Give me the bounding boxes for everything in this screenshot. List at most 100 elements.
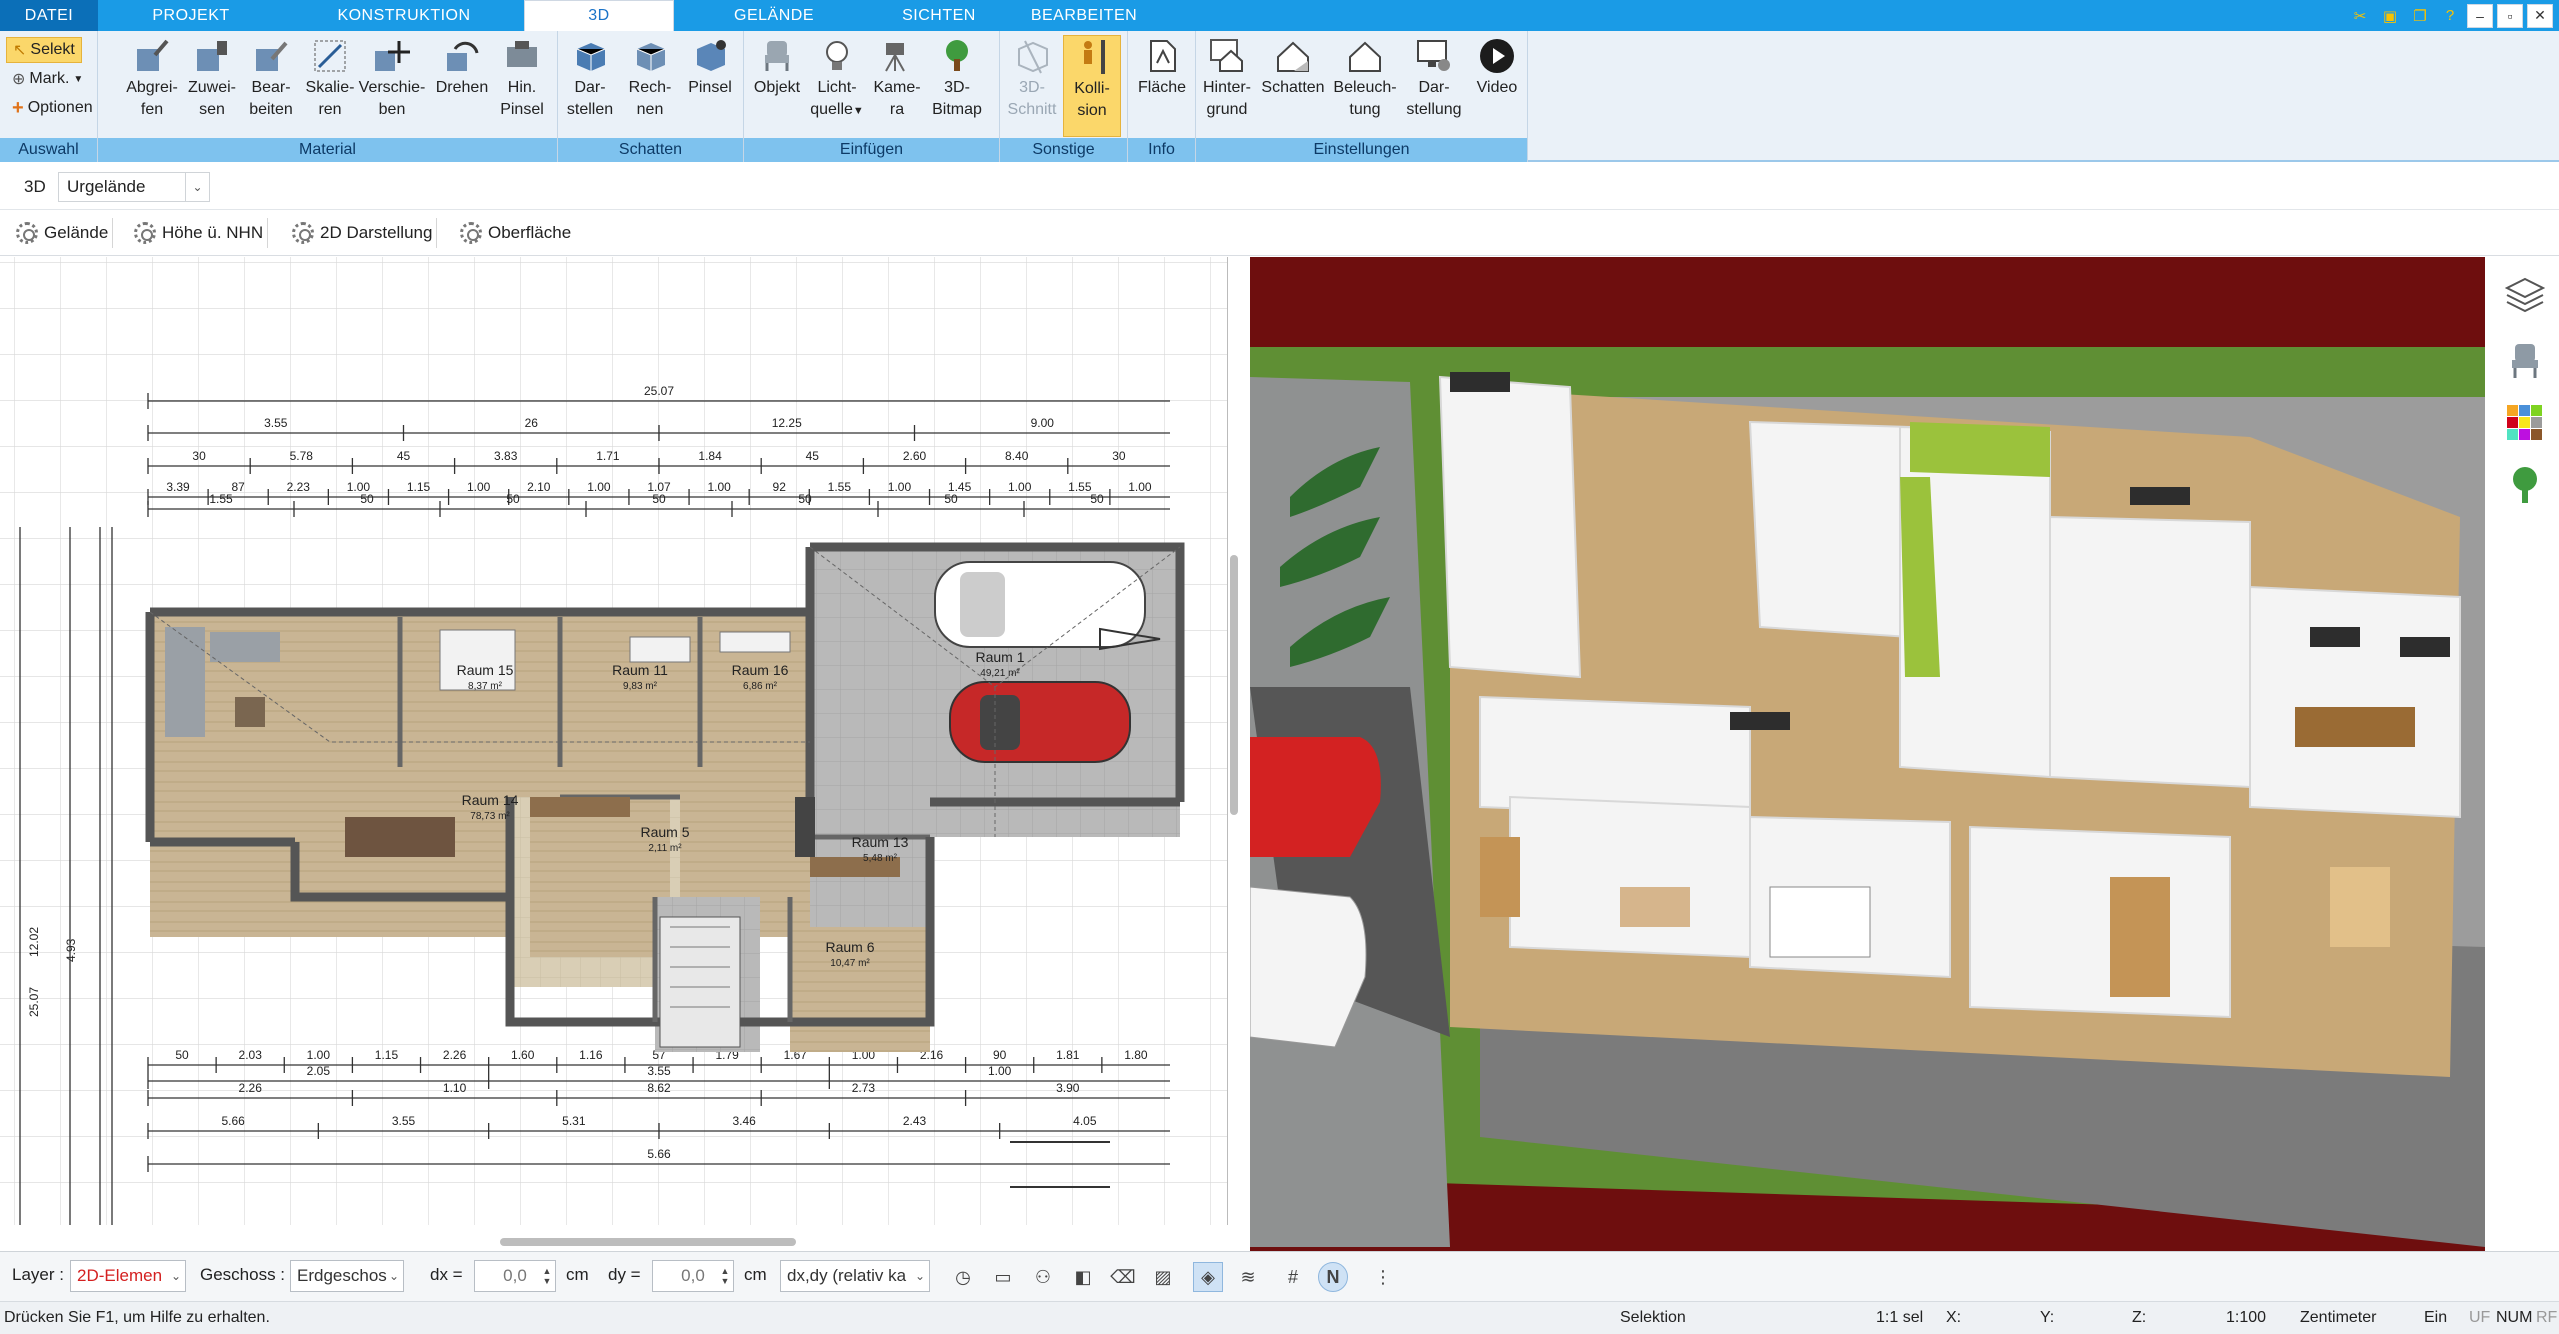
hoehe-nhn-button[interactable]: Höhe ü. NHN — [130, 218, 269, 248]
close-button[interactable]: ✕ — [2527, 3, 2553, 28]
view-3d[interactable] — [1250, 257, 2485, 1251]
dimension-label: 4.93 — [64, 938, 78, 962]
paint-icon[interactable]: ◧ — [1068, 1262, 1098, 1292]
plan-vertical-scrollbar[interactable] — [1230, 555, 1238, 815]
tab-bearbeiten[interactable]: BEARBEITEN — [1004, 0, 1164, 31]
clock-icon[interactable]: ◷ — [948, 1262, 978, 1292]
ein-indicator: Ein — [2424, 1309, 2448, 1326]
dimension-label: 9.00 — [1031, 416, 1055, 430]
darstellen-button[interactable]: Dar- stellen — [561, 35, 619, 135]
dimension-label: 1.71 — [596, 449, 620, 463]
rechnen-button[interactable]: Rech- nen — [621, 35, 679, 135]
dimension-label: 3.90 — [1056, 1081, 1080, 1095]
tab-gelaende[interactable]: GELÄNDE — [674, 0, 874, 31]
rf-indicator: RF — [2536, 1309, 2558, 1326]
dimension-label: 12.25 — [772, 416, 802, 430]
geschoss-select[interactable]: Erdgeschos ⌄ — [290, 1260, 404, 1292]
hintergrund-button[interactable]: Hinter- grund — [1198, 35, 1256, 135]
terrain-dropdown[interactable]: Urgelände ⌄ — [58, 172, 210, 202]
mark-button[interactable]: ⊕ Mark. ▼ — [6, 66, 89, 92]
options-button[interactable]: + Optionen — [6, 95, 99, 121]
plan-horizontal-scrollbar[interactable] — [500, 1238, 796, 1246]
selection-status: Selektion — [1620, 1309, 1686, 1326]
room-area: 2,11 m² — [648, 843, 682, 854]
layers-icon[interactable] — [2502, 272, 2548, 318]
abgreifen-button[interactable]: Abgrei- fen — [123, 35, 181, 135]
zuweisen-button[interactable]: Zuwei- sen — [183, 35, 241, 135]
video-button[interactable]: Video — [1468, 35, 1526, 135]
room-name: Raum 6 — [825, 939, 874, 955]
objekt-button[interactable]: Objekt — [748, 35, 806, 135]
schatten-pinsel-button[interactable]: Pinsel — [681, 35, 739, 135]
play-icon — [1476, 35, 1518, 77]
group-auswahl: ↖ Selekt ⊕ Mark. ▼ + Optionen Auswahl — [0, 31, 98, 162]
dimension-label: 1.16 — [579, 1048, 603, 1062]
screen-icon[interactable]: ▭ — [988, 1262, 1018, 1292]
schatten-einstellung-button[interactable]: Schatten — [1258, 35, 1328, 135]
minimize-button[interactable]: – — [2467, 3, 2493, 28]
oberflaeche-button[interactable]: Oberfläche — [456, 218, 575, 248]
materials-icon[interactable] — [2502, 400, 2548, 446]
tools-icon[interactable]: ✂ — [2347, 4, 2373, 28]
group-label-sonstige: Sonstige — [1000, 138, 1127, 162]
grid-icon[interactable]: # — [1278, 1262, 1308, 1292]
tree-icon[interactable] — [2502, 462, 2548, 508]
window-icon[interactable]: ▣ — [2377, 4, 2403, 28]
darstellung-button[interactable]: Dar- stellung — [1402, 35, 1466, 135]
num-indicator: NUM — [2496, 1309, 2533, 1326]
chair-icon[interactable] — [2502, 337, 2548, 383]
tab-projekt[interactable]: PROJEKT — [98, 0, 284, 31]
snap-n-icon[interactable]: N — [1318, 1262, 1348, 1292]
bitmap-3d-button[interactable]: 3D- Bitmap — [928, 35, 986, 135]
help-icon[interactable]: ? — [2437, 4, 2463, 28]
view-3d-canvas[interactable] — [1250, 257, 2485, 1251]
dimension-label: 8.40 — [1005, 449, 1029, 463]
room-name: Raum 5 — [640, 824, 689, 840]
dy-stepper[interactable]: ▲ ▼ — [716, 1261, 734, 1291]
darstellung-2d-button[interactable]: 2D Darstellung — [288, 218, 438, 248]
verschieben-button[interactable]: Verschie- ben — [359, 35, 425, 135]
dimension-label: 50 — [360, 492, 374, 506]
windows-icon[interactable]: ❐ — [2407, 4, 2433, 28]
select-button[interactable]: ↖ Selekt — [6, 37, 82, 63]
room-name: Raum 16 — [732, 662, 789, 678]
floor-plan-2d-view[interactable]: 25.07 3.55 26 12.25 9.00 30 5.78 45 3.83 1.71 1.84… — [0, 257, 1228, 1225]
toolbar-terrain-options: Gelände Höhe ü. NHN 2D Darstellung Oberf… — [0, 210, 2559, 256]
group-label-einfuegen: Einfügen — [744, 138, 999, 162]
dimension-label: 25.07 — [27, 987, 41, 1017]
room-area: 9,83 m² — [623, 681, 658, 692]
hatch-icon[interactable]: ▨ — [1148, 1262, 1178, 1292]
flaeche-button[interactable]: Fläche — [1133, 35, 1191, 135]
stack-icon[interactable]: ≋ — [1233, 1262, 1263, 1292]
layer-select[interactable]: 2D-Elemen ⌄ — [70, 1260, 186, 1292]
schnitt-3d-button[interactable]: 3D- Schnitt — [1003, 35, 1061, 135]
kamera-button[interactable]: Kame- ra — [868, 35, 926, 135]
tab-3d[interactable]: 3D — [524, 0, 674, 31]
dimension-label: 45 — [397, 449, 411, 463]
layer-view-icon[interactable]: ◈ — [1193, 1262, 1223, 1292]
floor-plan-canvas[interactable]: 25.07 3.55 26 12.25 9.00 30 5.78 45 3.83 1.71 1.84… — [0, 257, 1228, 1225]
tab-sichten[interactable]: SICHTEN — [874, 0, 1004, 31]
skalieren-button[interactable]: Skalie- ren — [301, 35, 359, 135]
group-label-material: Material — [98, 138, 557, 162]
maximize-button[interactable]: ▫ — [2497, 3, 2523, 28]
coordinate-mode-select[interactable]: dx,dy (relativ ka ⌄ — [780, 1260, 930, 1292]
gelaende-button[interactable]: Gelände — [12, 218, 114, 248]
dx-stepper[interactable]: ▲ ▼ — [538, 1261, 556, 1291]
eraser-icon[interactable]: ⌫ — [1108, 1262, 1138, 1292]
dimension-label: 50 — [506, 492, 520, 506]
room-area: 49,21 m² — [980, 668, 1020, 679]
dimension-label: 1.00 — [467, 480, 491, 494]
dimension-label: 50 — [175, 1048, 189, 1062]
tab-konstruktion[interactable]: KONSTRUKTION — [284, 0, 524, 31]
bearbeiten-button[interactable]: Bear- beiten — [242, 35, 300, 135]
bucket-icon — [191, 35, 233, 77]
tab-datei[interactable]: DATEI — [0, 0, 98, 31]
hin-pinsel-button[interactable]: Hin. Pinsel — [493, 35, 551, 135]
more-options-icon[interactable]: ⋮ — [1368, 1262, 1398, 1292]
beleuchtung-button[interactable]: Beleuch- tung — [1330, 35, 1400, 135]
lichtquelle-button[interactable]: Licht- quelle▼ — [808, 35, 866, 135]
people-icon[interactable]: ⚇ — [1028, 1262, 1058, 1292]
kollision-button[interactable]: Kolli- sion — [1063, 35, 1121, 137]
drehen-button[interactable]: Drehen — [433, 35, 491, 135]
